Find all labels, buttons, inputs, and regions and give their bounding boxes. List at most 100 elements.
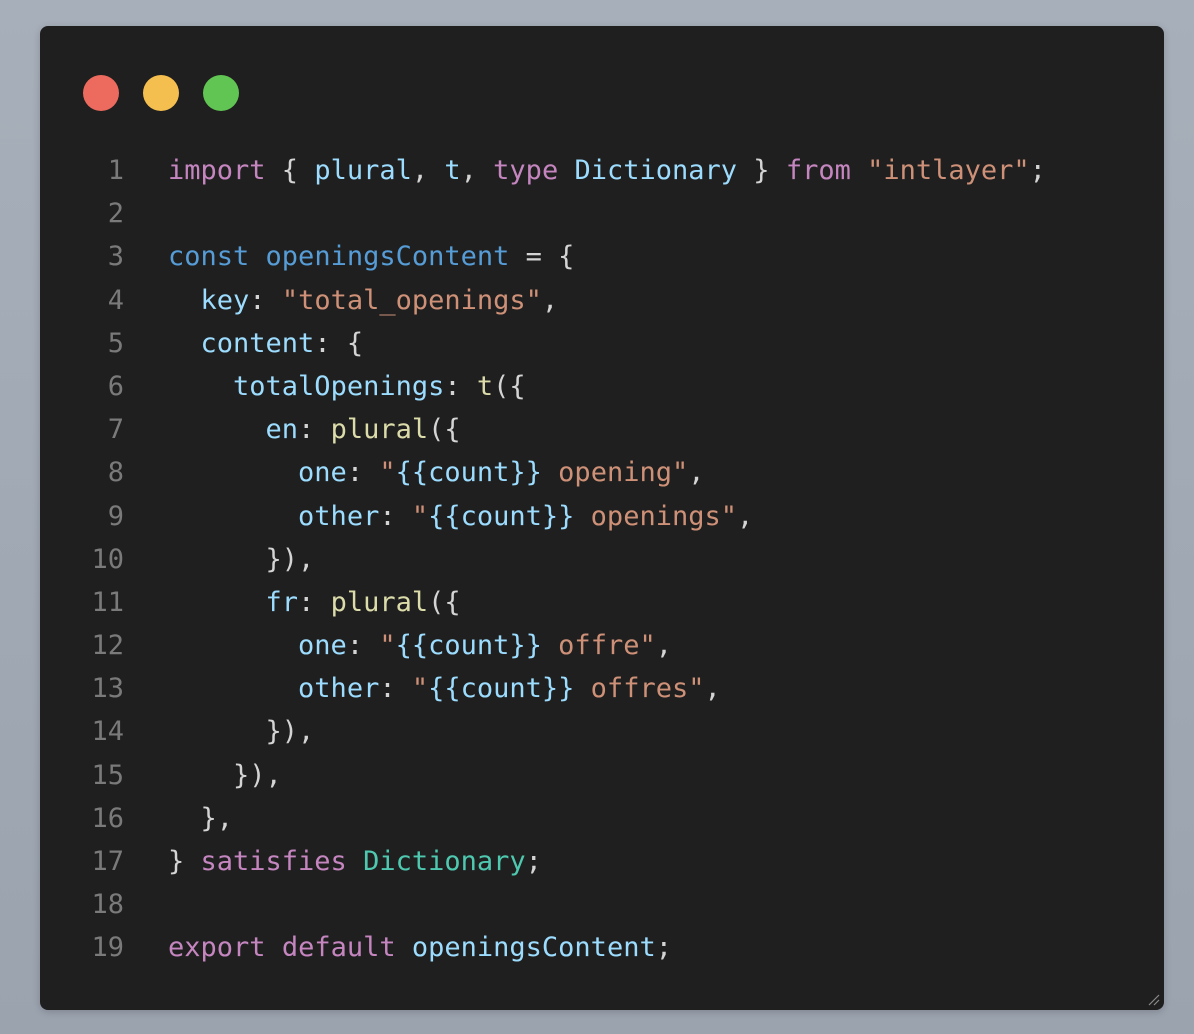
code-token: other	[298, 500, 380, 532]
line-number: 18	[91, 889, 124, 921]
line-number: 1	[107, 155, 124, 186]
line-content: }),	[168, 754, 282, 797]
line-number: 19	[91, 932, 124, 964]
code-token: }),	[168, 759, 282, 791]
line-content: other: "{{count}} openings",	[168, 495, 753, 538]
code-token: }	[737, 155, 786, 186]
code-token: "	[379, 457, 396, 489]
close-button[interactable]	[83, 75, 119, 111]
line-content: }),	[168, 710, 315, 753]
code-line: 11 fr: plural({	[40, 581, 1164, 624]
code-token: ;	[525, 846, 542, 877]
line-content: one: "{{count}} opening",	[168, 451, 705, 494]
code-token: ,	[460, 155, 494, 186]
line-content: } satisfies Dictionary;	[168, 840, 542, 883]
code-token: other	[298, 673, 380, 705]
code-line: 2	[40, 192, 1164, 235]
code-token: fr	[265, 586, 299, 618]
code-token: one	[298, 630, 347, 662]
code-line: 16 },	[40, 797, 1164, 840]
zoom-button[interactable]	[203, 75, 239, 111]
code-token: openings"	[574, 500, 737, 532]
minimize-button[interactable]	[143, 75, 179, 111]
code-token: ;	[655, 932, 672, 964]
code-token: }),	[168, 543, 315, 575]
line-number: 4	[107, 284, 124, 316]
line-content: content: {	[168, 322, 364, 365]
code-token: en	[265, 414, 299, 446]
code-token: t	[444, 155, 461, 186]
line-number: 2	[107, 198, 124, 230]
line-content: en: plural({	[168, 408, 461, 451]
line-content: other: "{{count}} offres",	[168, 667, 721, 710]
code-token: ({	[493, 370, 526, 402]
code-token: ({	[428, 414, 461, 446]
code-token: {{count}}	[428, 673, 575, 705]
code-token: plural	[330, 586, 429, 618]
code-token: {{count}}	[395, 630, 542, 662]
code-token: :	[379, 500, 412, 532]
line-number: 9	[107, 500, 124, 532]
code-line: 4 key: "total_openings",	[40, 279, 1164, 322]
window-controls	[83, 75, 239, 111]
line-number: 17	[91, 846, 124, 877]
line-number: 11	[91, 586, 124, 618]
code-token: :	[346, 630, 380, 662]
code-window: 1 import { plural, t, type Dictionary } f…	[40, 26, 1164, 1010]
code-line: 17 } satisfies Dictionary;	[40, 840, 1164, 883]
code-token: default	[281, 932, 396, 964]
code-token: :	[379, 673, 412, 705]
code-token: "	[411, 500, 429, 532]
code-line: 1 import { plural, t, type Dictionary } f…	[40, 149, 1164, 192]
code-token: plural	[330, 414, 429, 446]
code-token: ({	[428, 586, 461, 618]
code-token: openingsContent	[265, 241, 510, 273]
code-line: 5 content: {	[40, 322, 1164, 365]
code-line: 9 other: "{{count}} openings",	[40, 495, 1164, 538]
resize-handle-icon[interactable]	[1146, 992, 1160, 1006]
line-number: 14	[91, 716, 124, 748]
code-line: 6 totalOpenings: t({	[40, 365, 1164, 408]
code-token: opening"	[541, 457, 689, 489]
code-token: {{count}}	[428, 500, 575, 532]
line-number: 3	[107, 241, 124, 273]
code-token: one	[298, 457, 347, 489]
line-number: 12	[91, 630, 124, 662]
code-token: ,	[655, 630, 672, 662]
code-token: "	[379, 630, 396, 662]
line-content: import { plural, t, type Dictionary } fr…	[168, 149, 1046, 192]
line-number: 7	[107, 414, 124, 446]
code-token: offres"	[574, 673, 705, 705]
code-token: Dictionary	[363, 846, 526, 877]
code-token: = {	[509, 241, 575, 273]
code-line: 12 one: "{{count}} offre",	[40, 624, 1164, 667]
code-token: type	[493, 155, 559, 186]
code-token: Dictionary	[574, 155, 738, 186]
code-token: },	[168, 802, 234, 834]
code-token: :	[298, 586, 331, 618]
line-content: totalOpenings: t({	[168, 365, 526, 408]
code-token: import	[168, 155, 266, 186]
line-number: 10	[91, 543, 124, 575]
code-token: key	[200, 284, 250, 316]
code-token: plural	[314, 155, 412, 186]
code-token: ,	[411, 155, 445, 186]
line-number: 6	[107, 370, 124, 402]
code-line: 10 }),	[40, 538, 1164, 581]
code-token: }	[168, 846, 201, 877]
code-line: 15 }),	[40, 754, 1164, 797]
code-token: ,	[688, 457, 705, 489]
line-content: one: "{{count}} offre",	[168, 624, 672, 667]
code-token: ,	[541, 284, 559, 316]
code-token: :	[346, 457, 380, 489]
code-token: content	[200, 327, 315, 359]
line-content: const openingsContent = {	[168, 235, 574, 278]
